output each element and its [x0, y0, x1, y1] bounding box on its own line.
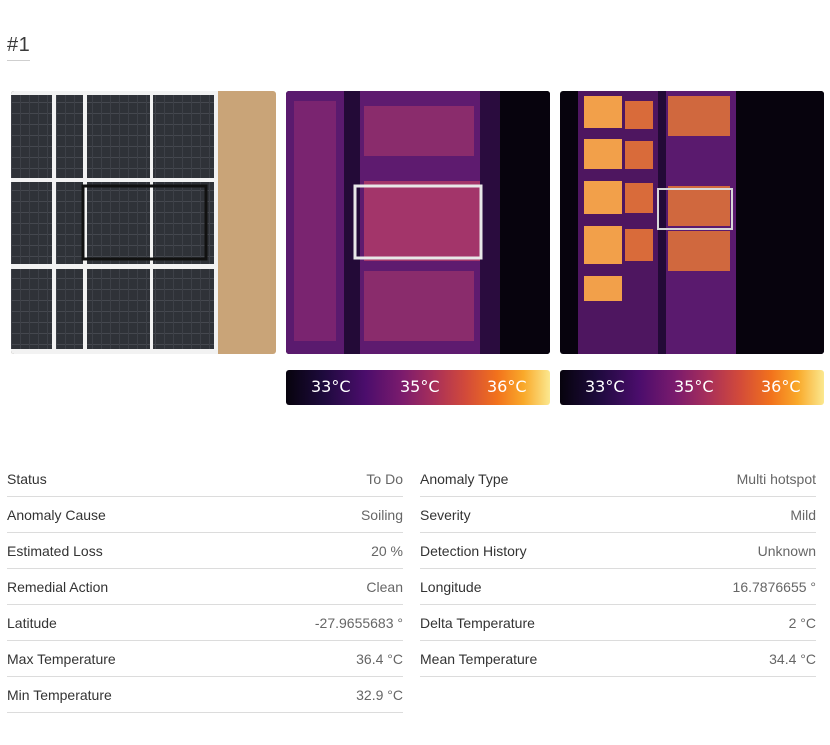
property-value: 36.4 °C [356, 650, 403, 667]
colorbar-label-max: 36°C [487, 377, 527, 396]
colorbar-label-min: 33°C [585, 377, 625, 396]
property-row-anomaly-type: Anomaly Type Multi hotspot [420, 461, 816, 497]
anomaly-id: #1 [7, 34, 31, 61]
property-value: 20 % [371, 542, 403, 559]
property-row-estimated-loss: Estimated Loss 20 % [7, 533, 403, 569]
property-label: Remedial Action [7, 578, 109, 595]
property-label: Detection History [420, 542, 527, 559]
property-label: Status [7, 470, 47, 487]
property-value: -27.9655683 ° [314, 614, 403, 631]
property-row-detection-history: Detection History Unknown [420, 533, 816, 569]
property-value: Multi hotspot [736, 470, 816, 487]
colorbar-label-mid: 35°C [400, 377, 440, 396]
properties-right-column: Anomaly Type Multi hotspot Severity Mild… [420, 461, 816, 677]
property-value: To Do [366, 470, 403, 487]
property-row-min-temperature: Min Temperature 32.9 °C [7, 677, 403, 713]
property-value: 34.4 °C [769, 650, 816, 667]
temperature-colorbar-1: 33°C 35°C 36°C [286, 370, 550, 405]
colorbar-label-mid: 35°C [674, 377, 714, 396]
rgb-image [11, 91, 276, 354]
property-value: Mild [790, 506, 816, 523]
property-row-anomaly-cause: Anomaly Cause Soiling [7, 497, 403, 533]
property-row-latitude: Latitude -27.9655683 ° [7, 605, 403, 641]
property-value: Unknown [757, 542, 816, 559]
property-label: Latitude [7, 614, 57, 631]
property-label: Longitude [420, 578, 482, 595]
properties-left-column: Status To Do Anomaly Cause Soiling Estim… [7, 461, 403, 713]
thermal-image-2-graphic [560, 91, 824, 354]
property-value: Clean [366, 578, 403, 595]
property-row-severity: Severity Mild [420, 497, 816, 533]
colorbar-label-min: 33°C [311, 377, 351, 396]
property-row-longitude: Longitude 16.7876655 ° [420, 569, 816, 605]
rgb-image-graphic [11, 91, 276, 354]
thermal-image-2 [560, 91, 824, 354]
property-label: Delta Temperature [420, 614, 535, 631]
property-label: Anomaly Type [420, 470, 509, 487]
property-row-mean-temperature: Mean Temperature 34.4 °C [420, 641, 816, 677]
colorbar-label-max: 36°C [761, 377, 801, 396]
property-value: 16.7876655 ° [732, 578, 816, 595]
property-label: Min Temperature [7, 686, 112, 703]
property-value: 2 °C [788, 614, 816, 631]
property-value: Soiling [360, 506, 403, 523]
thermal-image-1 [286, 91, 550, 354]
temperature-colorbar-2: 33°C 35°C 36°C [560, 370, 824, 405]
property-row-status: Status To Do [7, 461, 403, 497]
thermal-image-1-graphic [286, 91, 550, 354]
property-value: 32.9 °C [356, 686, 403, 703]
property-row-max-temperature: Max Temperature 36.4 °C [7, 641, 403, 677]
property-label: Anomaly Cause [7, 506, 106, 523]
property-label: Max Temperature [7, 650, 116, 667]
property-label: Estimated Loss [7, 542, 103, 559]
property-label: Severity [420, 506, 471, 523]
property-row-delta-temperature: Delta Temperature 2 °C [420, 605, 816, 641]
property-row-remedial-action: Remedial Action Clean [7, 569, 403, 605]
property-label: Mean Temperature [420, 650, 538, 667]
